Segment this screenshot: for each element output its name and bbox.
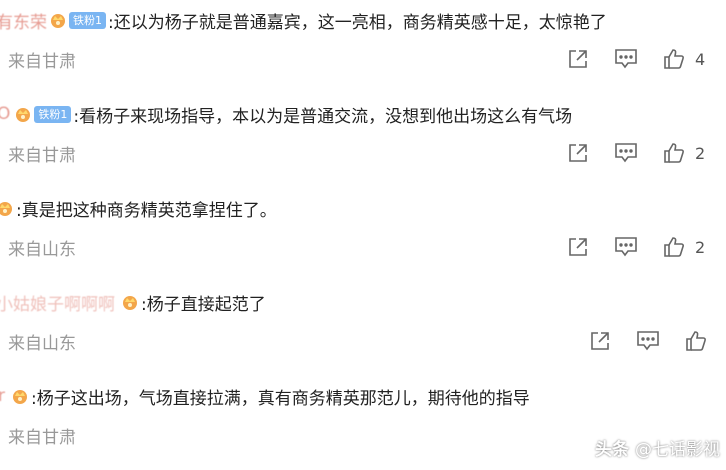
comment-text: :杨子这出场，气场直接拉满，真有商务精英那范儿，期待他的指导 bbox=[31, 388, 530, 409]
comment-actions: 2 bbox=[566, 138, 707, 168]
comment-meta: 来自山东 bbox=[8, 326, 76, 356]
share-icon[interactable] bbox=[566, 235, 590, 259]
location-label: 来自甘肃 bbox=[8, 51, 76, 72]
thumbs-up-icon[interactable] bbox=[662, 141, 686, 165]
comment-text: :还以为杨子就是普通嘉宾，这一亮相，商务精英感十足，太惊艳了 bbox=[108, 12, 607, 33]
comment-actions: 4 bbox=[566, 44, 707, 74]
fan-badge: 铁粉1 bbox=[69, 11, 106, 29]
comment-item: 小姑娘子啊啊啊 :杨子直接起范了 来自山东 bbox=[0, 282, 726, 376]
crown-icon bbox=[0, 199, 14, 217]
crown-icon bbox=[49, 11, 67, 29]
comment-icon[interactable] bbox=[614, 47, 638, 71]
watermark-platform: 头条 bbox=[595, 440, 629, 460]
location-label: 来自甘肃 bbox=[8, 427, 76, 448]
comment-meta: 来自甘肃 bbox=[8, 44, 76, 74]
comment-header: 小姑娘子啊啊啊 :杨子直接起范了 bbox=[0, 288, 266, 316]
comment-meta: 来自甘肃 bbox=[8, 420, 76, 450]
comment-text: :真是把这种商务精英范拿捏住了。 bbox=[16, 200, 277, 221]
comment-item: 有东荣 铁粉1 :还以为杨子就是普通嘉宾，这一亮相，商务精英感十足，太惊艳了 来… bbox=[0, 0, 726, 94]
thumbs-up-icon[interactable] bbox=[662, 47, 686, 71]
comment-actions bbox=[588, 326, 708, 356]
comment-icon[interactable] bbox=[614, 235, 638, 259]
comment-item: O 铁粉1 :看杨子来现场指导，本以为是普通交流，没想到他出场这么有气场 来自甘… bbox=[0, 94, 726, 188]
crown-icon bbox=[11, 387, 29, 405]
comment-item: :真是把这种商务精英范拿捏住了。 来自山东 2 bbox=[0, 188, 726, 282]
share-icon[interactable] bbox=[566, 47, 590, 71]
comment-text: :看杨子来现场指导，本以为是普通交流，没想到他出场这么有气场 bbox=[73, 106, 573, 127]
comment-icon[interactable] bbox=[636, 329, 660, 353]
username[interactable]: O bbox=[0, 104, 10, 124]
comment-text: :杨子直接起范了 bbox=[141, 294, 266, 315]
like-count: 4 bbox=[695, 49, 706, 69]
comment-header: O 铁粉1 :看杨子来现场指导，本以为是普通交流，没想到他出场这么有气场 bbox=[0, 100, 572, 128]
watermark-account: @七话影视 bbox=[635, 440, 720, 460]
like-count: 2 bbox=[695, 143, 706, 163]
comment-header: 有东荣 铁粉1 :还以为杨子就是普通嘉宾，这一亮相，商务精英感十足，太惊艳了 bbox=[0, 6, 607, 34]
like-count: 2 bbox=[695, 237, 706, 257]
location-label: 来自甘肃 bbox=[8, 145, 76, 166]
share-icon[interactable] bbox=[566, 141, 590, 165]
comment-header: :真是把这种商务精英范拿捏住了。 bbox=[0, 194, 277, 222]
crown-icon bbox=[121, 293, 139, 311]
username[interactable]: r bbox=[0, 386, 5, 406]
thumbs-up-icon[interactable] bbox=[684, 329, 708, 353]
comment-meta: 来自山东 bbox=[8, 232, 76, 262]
comment-header: r :杨子这出场，气场直接拉满，真有商务精英那范儿，期待他的指导 bbox=[0, 382, 530, 410]
crown-icon bbox=[14, 105, 32, 123]
username[interactable]: 有东荣 bbox=[0, 8, 47, 33]
comment-icon[interactable] bbox=[614, 141, 638, 165]
watermark: 头条 @七话影视 bbox=[595, 435, 720, 460]
location-label: 来自山东 bbox=[8, 239, 76, 260]
location-label: 来自山东 bbox=[8, 333, 76, 354]
comment-actions: 2 bbox=[566, 232, 707, 262]
username[interactable]: 小姑娘子啊啊啊 bbox=[0, 290, 115, 315]
fan-badge: 铁粉1 bbox=[34, 105, 72, 123]
comment-meta: 来自甘肃 bbox=[8, 138, 76, 168]
thumbs-up-icon[interactable] bbox=[662, 235, 686, 259]
share-icon[interactable] bbox=[588, 329, 612, 353]
